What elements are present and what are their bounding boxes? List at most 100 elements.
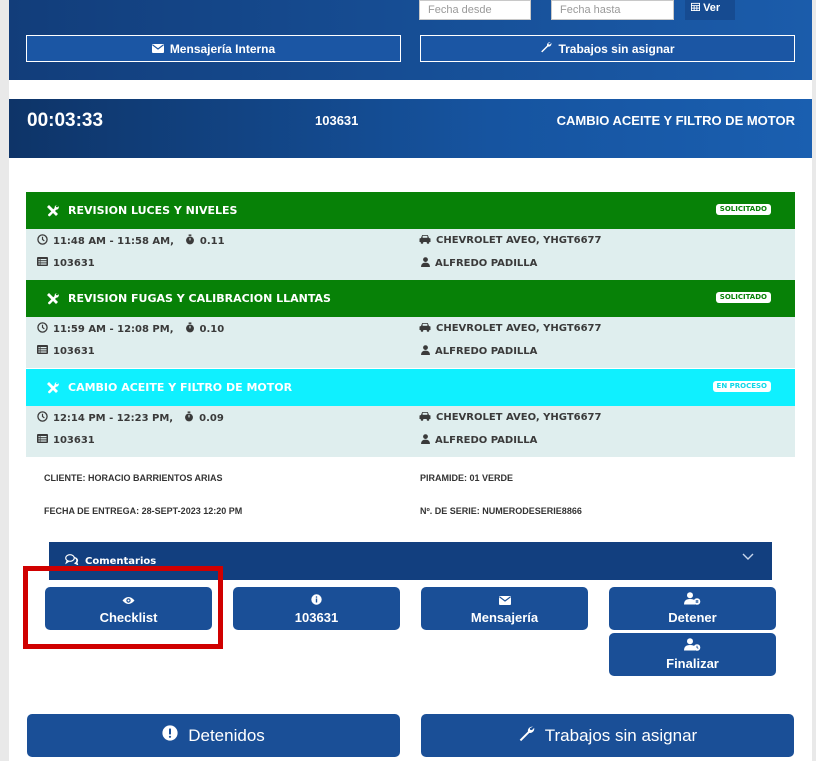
task-order: 103631 [37,345,95,357]
mechanic-text: ALFREDO PADILLA [435,346,538,357]
clock-icon [37,234,48,248]
task-time: 11:48 AM - 11:58 AM, 0.11 [37,234,225,248]
task-order: 103631 [37,434,95,446]
stopped-jobs-label: Detenidos [188,725,265,745]
list-icon [37,434,48,446]
mechanic-text: ALFREDO PADILLA [435,258,538,269]
car-icon [419,322,431,335]
comments-label: Comentarios [85,555,157,567]
calendar-icon [691,2,703,14]
app-frame: Fecha desde Fecha hasta Ver Mensajería I… [0,0,816,761]
pyramid-info: PIRAMIDE: 01 VERDE [420,473,514,483]
list-icon [37,345,48,357]
stopped-jobs-button[interactable]: Detenidos [27,714,400,757]
vehicle-text: CHEVROLET AVEO, YHGT6677 [436,235,602,246]
internal-messaging-label: Mensajería Interna [169,41,276,56]
client-info: CLIENTE: HORACIO BARRIENTOS ARIAS [44,473,223,483]
user-clock-icon [684,638,701,654]
highlight-box [23,566,223,649]
duration: 0.10 [199,323,225,335]
task-card-header: CAMBIO ACEITE Y FILTRO DE MOTOR EN PROCE… [26,369,795,406]
vehicle-text: CHEVROLET AVEO, YHGT6677 [436,323,602,334]
task-card: REVISION FUGAS Y CALIBRACION LLANTAS SOL… [26,280,795,368]
envelope-icon [498,593,511,608]
task-mechanic: ALFREDO PADILLA [419,345,537,358]
tools-icon [46,204,62,217]
messaging-button[interactable]: Mensajería [421,587,588,630]
car-icon [419,234,431,247]
view-button-label: Ver [703,2,721,14]
order-number: 103631 [315,113,359,128]
order-info-label: 103631 [294,609,339,625]
task-time: 11:59 AM - 12:08 PM, 0.10 [37,322,224,336]
task-card-header: REVISION FUGAS Y CALIBRACION LLANTAS SOL… [26,280,795,317]
task-vehicle: CHEVROLET AVEO, YHGT6677 [419,234,601,247]
tools-icon [46,292,62,305]
delivery-info: FECHA DE ENTREGA: 28-SEPT-2023 12:20 PM [44,506,243,516]
clock-icon [37,411,48,425]
bottom-unassigned-jobs-label: Trabajos sin asignar [544,725,698,745]
chevron-down-icon[interactable] [742,553,754,564]
wrench-icon [540,41,552,56]
clock-icon [37,322,48,336]
mechanic-text: ALFREDO PADILLA [435,435,538,446]
active-task-title: CAMBIO ACEITE Y FILTRO DE MOTOR [556,113,795,128]
unassigned-jobs-label: Trabajos sin asignar [558,41,675,56]
internal-messaging-button[interactable]: Mensajería Interna [26,35,401,62]
user-icon [421,257,430,270]
status-badge: SOLICITADO [715,292,771,303]
finish-label: Finalizar [666,656,719,671]
car-icon [419,411,431,424]
duration: 0.09 [199,412,224,424]
filter-panel: Fecha desde Fecha hasta Ver Mensajería I… [9,0,812,80]
bottom-unassigned-jobs-button[interactable]: Trabajos sin asignar [421,714,794,757]
task-card-header: REVISION LUCES Y NIVELES SOLICITADO [26,192,795,229]
order-text: 103631 [53,257,95,269]
vehicle-text: CHEVROLET AVEO, YHGT6677 [436,412,602,423]
date-from-input[interactable]: Fecha desde [419,0,531,20]
order-text: 103631 [53,345,95,357]
task-vehicle: CHEVROLET AVEO, YHGT6677 [419,322,601,335]
task-name: REVISION LUCES Y NIVELES [68,204,238,217]
info-icon [311,593,322,608]
task-card-body: 11:48 AM - 11:58 AM, 0.11 CHEVROLET AVEO… [26,229,795,280]
tools-icon [46,381,62,394]
task-card-body: 11:59 AM - 12:08 PM, 0.10 CHEVROLET AVEO… [26,317,795,368]
task-card: CAMBIO ACEITE Y FILTRO DE MOTOR EN PROCE… [26,369,795,457]
user-pause-icon [684,592,701,608]
messaging-label: Mensajería [470,609,539,625]
task-name: CAMBIO ACEITE Y FILTRO DE MOTOR [68,381,293,394]
wrench-icon [518,725,535,747]
task-card-body: 12:14 PM - 12:23 PM, 0.09 CHEVROLET AVEO… [26,406,795,457]
status-badge: EN PROCESO [712,381,771,392]
task-card: REVISION LUCES Y NIVELES SOLICITADO 11:4… [26,192,795,280]
task-order: 103631 [37,257,95,269]
list-icon [37,257,48,269]
duration: 0.11 [199,235,225,247]
stop-label: Detener [668,610,717,625]
time-range: 12:14 PM - 12:23 PM, [53,412,174,424]
task-vehicle: CHEVROLET AVEO, YHGT6677 [419,411,601,424]
view-button[interactable]: Ver [685,0,735,20]
task-time: 12:14 PM - 12:23 PM, 0.09 [37,411,224,425]
user-icon [421,345,430,358]
time-range: 11:59 AM - 12:08 PM, [53,323,174,335]
finish-button[interactable]: Finalizar [609,633,776,676]
elapsed-timer: 00:03:33 [27,110,104,131]
task-name: REVISION FUGAS Y CALIBRACION LLANTAS [68,292,331,305]
task-mechanic: ALFREDO PADILLA [419,257,537,270]
stopwatch-icon [185,322,195,336]
user-icon [421,434,430,447]
unassigned-jobs-button[interactable]: Trabajos sin asignar [420,35,795,62]
time-range: 11:48 AM - 11:58 AM, [53,235,174,247]
order-info-button[interactable]: 103631 [233,587,400,630]
stopwatch-icon [185,234,195,248]
serial-info: Nº. DE SERIE: NUMERODESERIE8866 [420,506,582,516]
active-job-bar: 00:03:33 103631 CAMBIO ACEITE Y FILTRO D… [9,99,812,158]
exclamation-icon [162,725,178,746]
envelope-icon [151,42,164,56]
stop-button[interactable]: Detener [609,587,776,630]
task-mechanic: ALFREDO PADILLA [419,434,537,447]
order-text: 103631 [53,434,95,446]
date-to-input[interactable]: Fecha hasta [551,0,674,20]
